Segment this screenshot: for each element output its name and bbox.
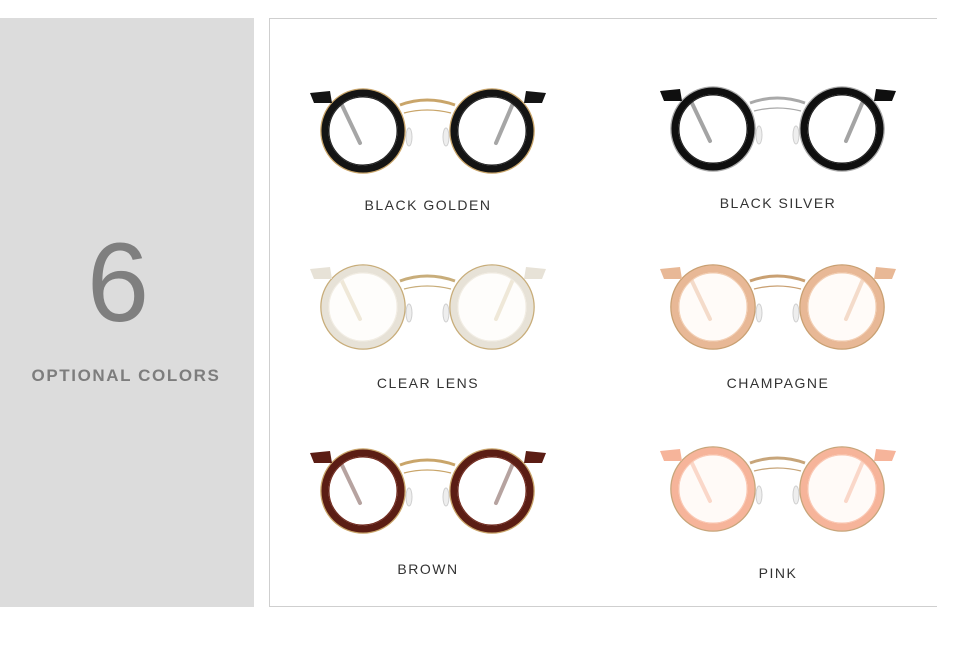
color-label-black-golden: BLACK GOLDEN bbox=[364, 197, 492, 213]
color-label-pink: PINK bbox=[758, 565, 798, 581]
color-label-black-silver: BLACK SILVER bbox=[719, 195, 837, 211]
color-label-clear-lens: CLEAR LENS bbox=[376, 375, 480, 391]
color-label-brown: BROWN bbox=[397, 561, 459, 577]
color-count: 6 bbox=[86, 220, 150, 345]
color-gallery: BLACK GOLDEN BLACK SILVER CLEAR LENS CHA… bbox=[269, 18, 937, 607]
glasses-pink-image bbox=[660, 446, 896, 532]
glasses-clear-lens-image bbox=[310, 264, 546, 350]
glasses-black-silver-image bbox=[660, 86, 896, 172]
color-label-champagne: CHAMPAGNE bbox=[726, 375, 830, 391]
glasses-champagne-image bbox=[660, 264, 896, 350]
optional-colors-caption: OPTIONAL COLORS bbox=[31, 366, 221, 385]
glasses-black-golden-image bbox=[310, 88, 546, 174]
glasses-brown-image bbox=[310, 448, 546, 534]
